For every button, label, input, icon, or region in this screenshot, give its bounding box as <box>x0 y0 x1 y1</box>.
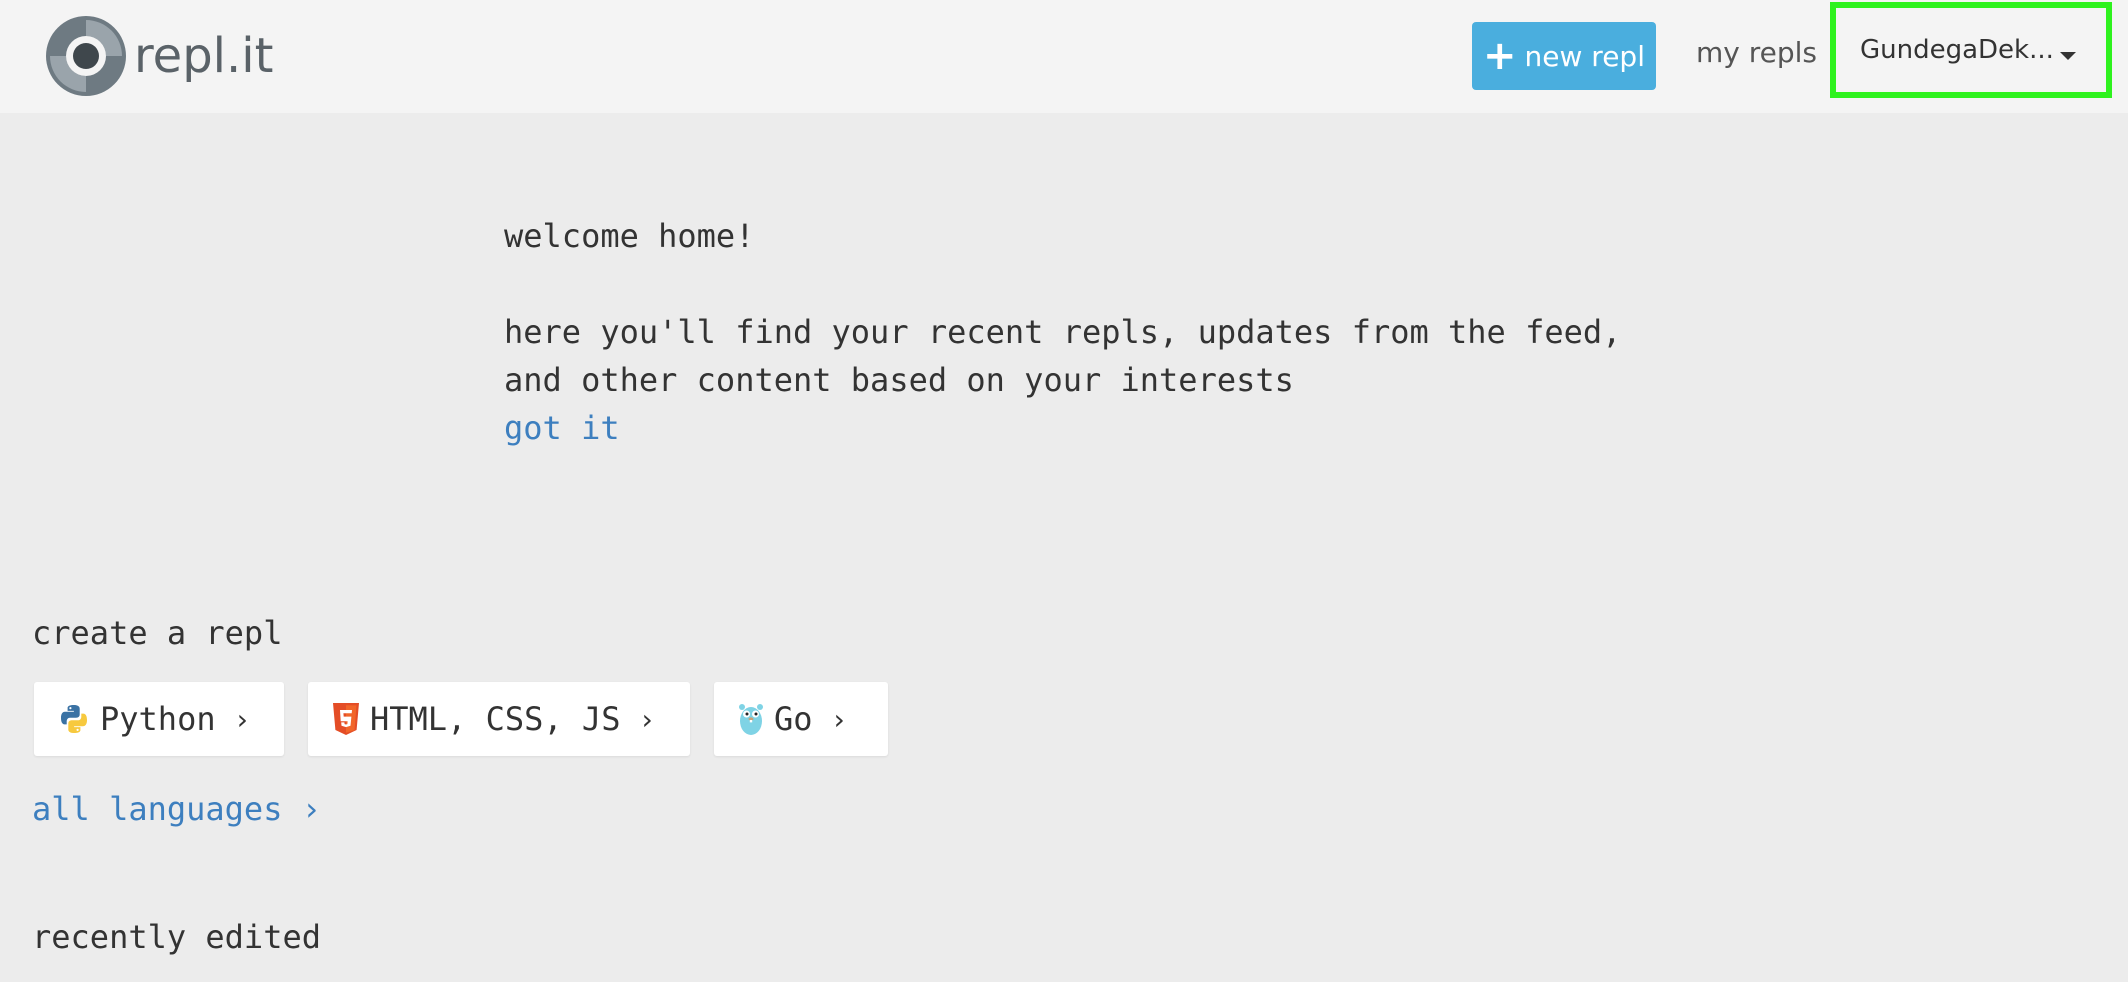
chevron-right-icon: › <box>233 702 251 736</box>
html-css-js-language-button[interactable]: HTML, CSS, JS › <box>308 682 690 756</box>
python-icon <box>58 703 90 735</box>
got-it-link[interactable]: got it <box>504 404 1621 452</box>
welcome-body-line-1: here you'll find your recent repls, upda… <box>504 313 1622 351</box>
my-repls-link[interactable]: my repls <box>1696 36 1817 69</box>
chevron-right-icon: › <box>830 702 848 736</box>
python-label: Python <box>100 700 216 738</box>
user-name: GundegaDek... <box>1860 35 2054 65</box>
all-languages-link[interactable]: all languages › <box>32 790 321 828</box>
welcome-heading: welcome home! <box>504 217 755 255</box>
welcome-body-line-2: and other content based on your interest… <box>504 361 1294 399</box>
new-repl-button[interactable]: + new repl <box>1472 22 1656 90</box>
replit-logo-icon <box>46 16 126 96</box>
plus-icon: + <box>1483 33 1517 79</box>
chevron-down-icon <box>2060 52 2076 60</box>
new-repl-label: new repl <box>1524 39 1645 73</box>
html-css-js-label: HTML, CSS, JS <box>370 700 621 738</box>
python-language-button[interactable]: Python › <box>34 682 284 756</box>
chevron-right-icon: › <box>638 702 656 736</box>
recently-edited-heading: recently edited <box>32 918 321 956</box>
logo-text: repl.it <box>134 28 274 84</box>
go-label: Go <box>774 700 813 738</box>
user-menu-dropdown[interactable]: GundegaDek... <box>1830 2 2112 98</box>
welcome-message: welcome home! here you'll find your rece… <box>504 212 1621 452</box>
go-language-button[interactable]: Go › <box>714 682 888 756</box>
top-nav: repl.it + new repl my repls GundegaDek..… <box>0 0 2128 113</box>
html5-icon <box>332 702 360 736</box>
gopher-icon <box>738 702 764 736</box>
create-repl-heading: create a repl <box>32 614 283 652</box>
replit-logo[interactable]: repl.it <box>44 14 273 98</box>
